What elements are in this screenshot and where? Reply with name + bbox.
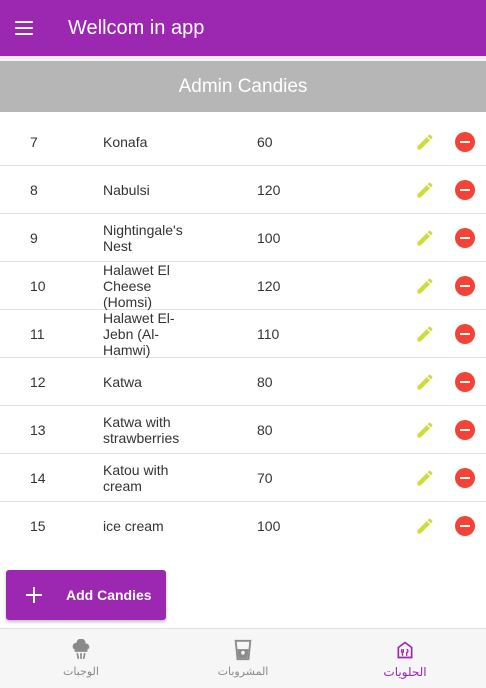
item-price: 60 bbox=[257, 133, 273, 150]
nav-item-meals[interactable]: الوجبات bbox=[0, 629, 162, 688]
remove-circle-icon bbox=[460, 476, 470, 479]
delete-button[interactable] bbox=[455, 467, 475, 488]
store-icon bbox=[393, 639, 417, 661]
edit-button[interactable] bbox=[414, 371, 436, 393]
item-id: 12 bbox=[30, 373, 46, 390]
nav-label-drinks: المشروبات bbox=[217, 665, 269, 678]
table-row: 13 Katwa with strawberries 80 bbox=[0, 406, 486, 454]
remove-circle-icon bbox=[460, 428, 470, 431]
nav-label-meals: الوجبات bbox=[63, 665, 99, 678]
item-name: Katwa bbox=[103, 373, 142, 390]
edit-button[interactable] bbox=[414, 179, 436, 201]
cloud-food-icon bbox=[69, 639, 93, 661]
remove-circle-icon bbox=[460, 236, 470, 239]
edit-button[interactable] bbox=[414, 275, 436, 297]
item-id: 7 bbox=[30, 133, 38, 150]
item-name: Halawet El-Jebn (Al-Hamwi) bbox=[103, 309, 175, 358]
item-id: 8 bbox=[30, 181, 38, 198]
item-name: Halawet El Cheese (Homsi) bbox=[103, 261, 170, 310]
edit-button[interactable] bbox=[414, 227, 436, 249]
item-id: 9 bbox=[30, 229, 38, 246]
item-name: Katwa with strawberries bbox=[103, 413, 180, 446]
item-price: 70 bbox=[257, 469, 273, 486]
table-row: 7 Konafa 60 bbox=[0, 118, 486, 166]
cup-icon bbox=[231, 639, 255, 661]
table-row: 10 Halawet El Cheese (Homsi) 120 bbox=[0, 262, 486, 310]
nav-label-sweets: الحلويات bbox=[383, 664, 427, 679]
table-row: 8 Nabulsi 120 bbox=[0, 166, 486, 214]
nav-item-drinks[interactable]: المشروبات bbox=[162, 629, 324, 688]
edit-button[interactable] bbox=[414, 467, 436, 489]
delete-button[interactable] bbox=[455, 516, 475, 536]
item-price: 100 bbox=[257, 229, 281, 246]
item-price: 100 bbox=[257, 518, 281, 534]
pencil-icon bbox=[417, 325, 433, 341]
item-id: 10 bbox=[30, 277, 46, 294]
pencil-icon bbox=[417, 133, 433, 149]
item-id: 15 bbox=[30, 518, 46, 534]
menu-button[interactable] bbox=[0, 0, 48, 56]
remove-circle-icon bbox=[460, 188, 470, 191]
item-id: 13 bbox=[30, 421, 46, 438]
pencil-icon bbox=[417, 469, 433, 485]
edit-button[interactable] bbox=[414, 323, 436, 345]
plus-icon bbox=[26, 587, 42, 603]
candies-list: 7 Konafa 60 8 Nabulsi 120 9 Nightingale's Nest 1… bbox=[0, 118, 486, 550]
pencil-icon bbox=[417, 421, 433, 437]
table-row: 12 Katwa 80 bbox=[0, 358, 486, 406]
app-bar: Wellcom in app bbox=[0, 0, 486, 56]
item-price: 80 bbox=[257, 373, 273, 390]
remove-circle-icon bbox=[460, 525, 470, 527]
table-row: 15 ice cream 100 bbox=[0, 502, 486, 550]
delete-button[interactable] bbox=[455, 323, 475, 344]
pencil-icon bbox=[417, 518, 433, 534]
edit-button[interactable] bbox=[414, 515, 436, 537]
table-row: 11 Halawet El-Jebn (Al-Hamwi) 110 bbox=[0, 310, 486, 358]
delete-button[interactable] bbox=[455, 419, 475, 440]
pencil-icon bbox=[417, 277, 433, 293]
bottom-navigation: الوجبات المشروبات الحلويات bbox=[0, 628, 486, 688]
remove-circle-icon bbox=[460, 380, 470, 383]
section-title: Admin Candies bbox=[0, 61, 486, 112]
item-price: 110 bbox=[257, 325, 280, 342]
item-name: ice cream bbox=[103, 518, 164, 534]
pencil-icon bbox=[417, 373, 433, 389]
pencil-icon bbox=[417, 181, 433, 197]
table-row: 14 Katou with cream 70 bbox=[0, 454, 486, 502]
remove-circle-icon bbox=[460, 332, 470, 335]
pencil-icon bbox=[417, 229, 433, 245]
item-name: Nabulsi bbox=[103, 181, 150, 198]
delete-button[interactable] bbox=[455, 179, 475, 200]
delete-button[interactable] bbox=[455, 275, 475, 296]
nav-item-sweets[interactable]: الحلويات bbox=[324, 629, 486, 688]
item-id: 14 bbox=[30, 469, 46, 486]
edit-button[interactable] bbox=[414, 419, 436, 441]
item-name: Konafa bbox=[103, 133, 148, 150]
app-title: Wellcom in app bbox=[68, 16, 205, 39]
item-price: 120 bbox=[257, 181, 281, 198]
edit-button[interactable] bbox=[414, 131, 436, 153]
item-name: Katou with cream bbox=[103, 461, 169, 494]
add-candies-button[interactable]: Add Candies bbox=[6, 570, 166, 620]
item-id: 11 bbox=[30, 325, 45, 342]
item-name: Nightingale's Nest bbox=[103, 221, 183, 254]
delete-button[interactable] bbox=[455, 227, 475, 248]
hamburger-icon bbox=[15, 21, 33, 35]
item-price: 80 bbox=[257, 421, 273, 438]
remove-circle-icon bbox=[460, 140, 470, 143]
delete-button[interactable] bbox=[455, 131, 475, 152]
add-candies-label: Add Candies bbox=[66, 587, 152, 603]
table-row: 9 Nightingale's Nest 100 bbox=[0, 214, 486, 262]
delete-button[interactable] bbox=[455, 371, 475, 392]
remove-circle-icon bbox=[460, 284, 470, 287]
item-price: 120 bbox=[257, 277, 281, 294]
